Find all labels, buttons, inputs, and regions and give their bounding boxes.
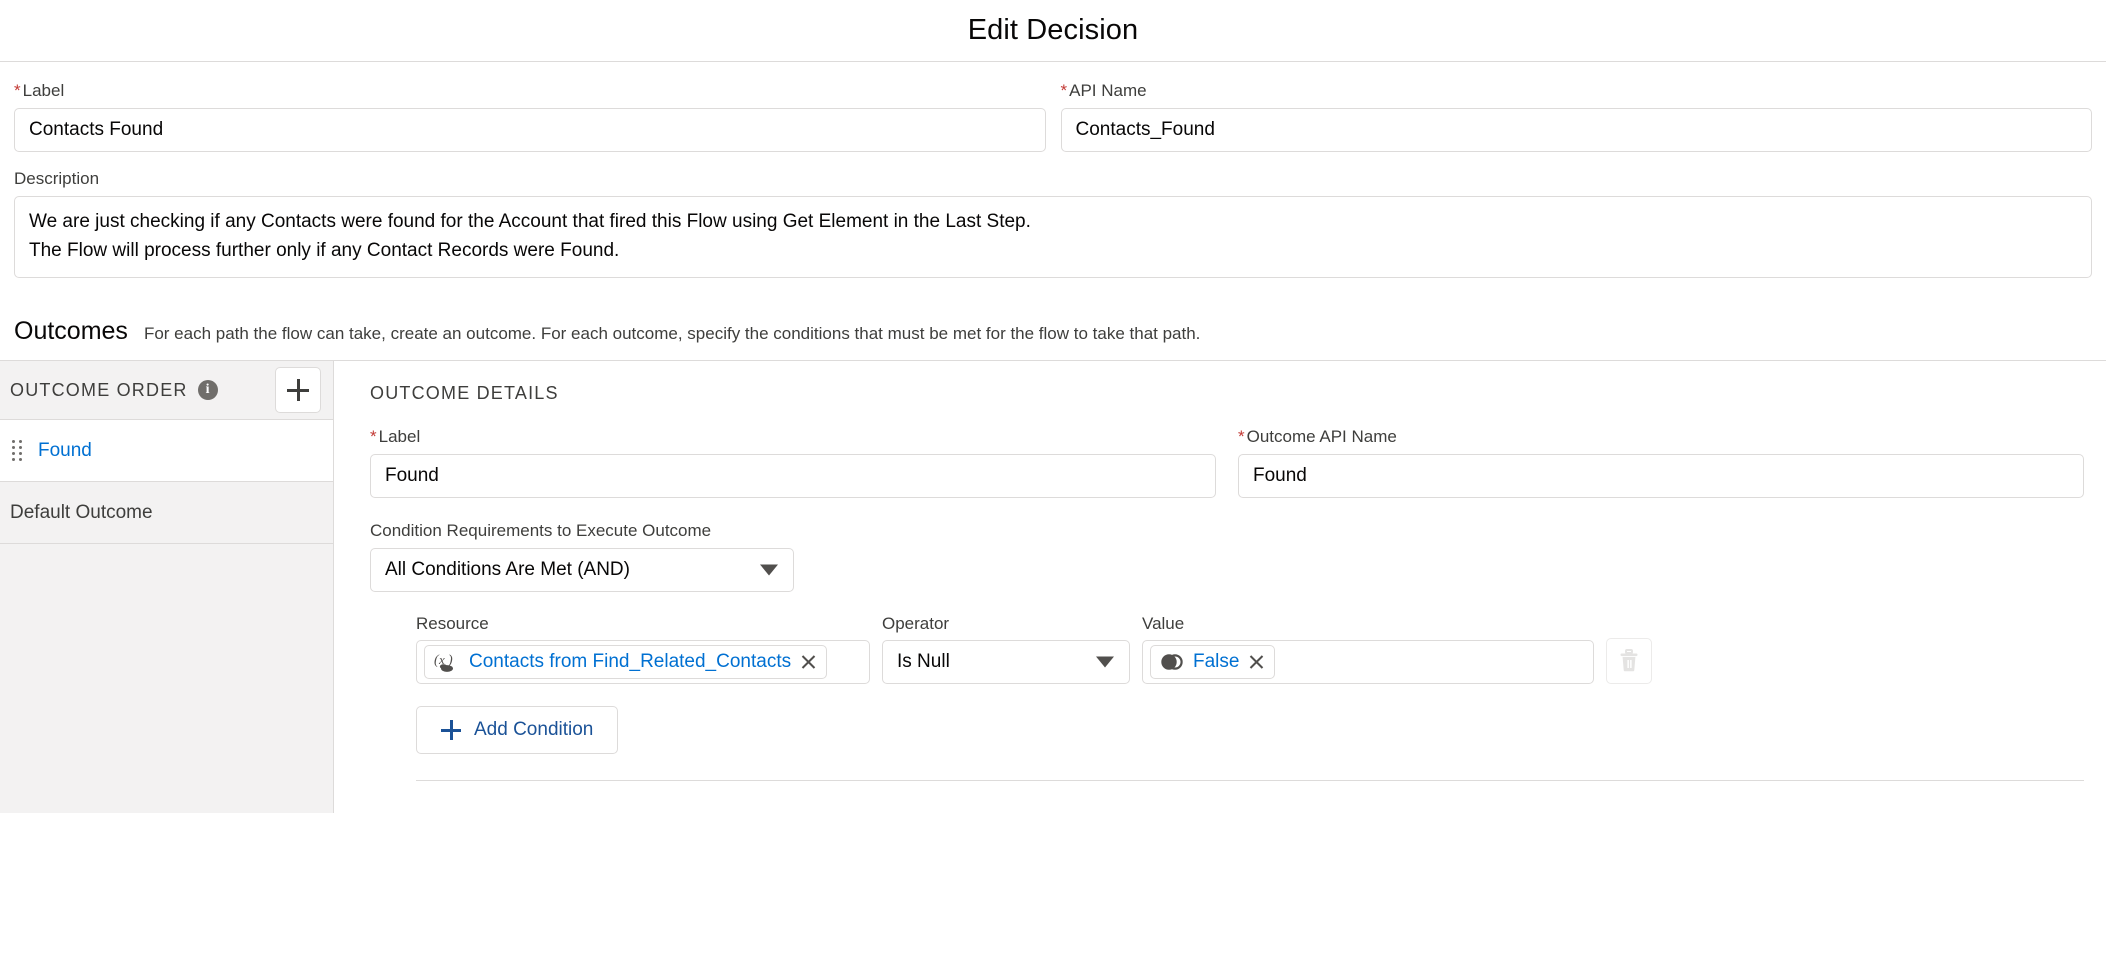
condition-row: Resource ( x ) Contacts from Find_Relate…: [416, 614, 2084, 684]
description-field-group: Description We are just checking if any …: [0, 152, 2106, 283]
outcome-order-sidebar: OUTCOME ORDER i Found Default Outcome: [0, 361, 334, 813]
trash-icon: [1620, 649, 1638, 672]
variable-collection-icon: ( x ): [434, 652, 453, 672]
add-condition-button[interactable]: Add Condition: [416, 706, 619, 754]
resource-pill-text: Contacts from Find_Related_Contacts: [469, 651, 792, 672]
condition-operator-label: Operator: [882, 614, 950, 633]
description-textarea[interactable]: We are just checking if any Contacts wer…: [14, 196, 2092, 278]
outcome-api-name-input[interactable]: [1238, 454, 2084, 498]
outcomes-title: Outcomes: [14, 317, 128, 345]
modal-header: Edit Decision: [0, 0, 2106, 62]
plus-icon: [287, 379, 309, 401]
outcome-list: Found Default Outcome: [0, 419, 333, 544]
outcome-order-title: OUTCOME ORDER: [10, 379, 188, 400]
label-field-label-text: Label: [22, 81, 65, 100]
page-title: Edit Decision: [967, 14, 1139, 46]
outcomes-body: OUTCOME ORDER i Found Default Outcome OU…: [0, 361, 2106, 813]
outcome-list-item-label: Default Outcome: [10, 501, 153, 523]
required-asterisk: *: [14, 81, 21, 100]
condition-operator-select[interactable]: Is Null: [882, 640, 1130, 684]
outcome-label-input[interactable]: [370, 454, 1216, 498]
value-pill[interactable]: False: [1150, 645, 1276, 679]
api-name-field-label-text: API Name: [1069, 81, 1147, 100]
condition-value-combobox[interactable]: False: [1142, 640, 1594, 684]
outcome-details-pane: OUTCOME DETAILS *Label *Outcome API Name…: [334, 361, 2106, 813]
outcome-details-heading: OUTCOME DETAILS: [370, 383, 559, 403]
outcome-list-item-default[interactable]: Default Outcome: [0, 482, 333, 544]
label-input[interactable]: [14, 108, 1046, 152]
condition-operator-group: Operator Is Null: [882, 614, 1130, 684]
delete-condition-button[interactable]: [1606, 638, 1652, 684]
info-icon[interactable]: i: [197, 380, 218, 400]
condition-requirements-label: Condition Requirements to Execute Outcom…: [370, 521, 712, 540]
conditions-area: Resource ( x ) Contacts from Find_Relate…: [370, 614, 2084, 781]
outcomes-help-text: For each path the flow can take, create …: [143, 324, 1201, 343]
outcome-api-name-field-label: * Outcome API Name: [1238, 426, 2084, 448]
edit-decision-modal: Edit Decision *Label *API Name Descripti…: [0, 0, 2106, 960]
condition-requirements-group: Condition Requirements to Execute Outcom…: [370, 520, 2084, 592]
api-name-field-label: * API Name: [1061, 80, 2093, 102]
outcome-label-field-group: * Label: [370, 426, 1216, 498]
outcome-label-field-label-text: Label: [378, 427, 421, 446]
condition-requirements-select[interactable]: All Conditions Are Met (AND): [370, 548, 794, 592]
resource-pill[interactable]: ( x ) Contacts from Find_Related_Contact…: [424, 645, 828, 679]
decision-top-form: *Label *API Name Description We are just…: [0, 62, 2106, 291]
outcome-list-item-label: Found: [38, 439, 92, 461]
condition-resource-label: Resource: [416, 614, 489, 633]
value-pill-text: False: [1193, 651, 1240, 672]
description-field-label: Description: [14, 169, 100, 188]
condition-resource-combobox[interactable]: ( x ) Contacts from Find_Related_Contact…: [416, 640, 870, 684]
condition-value-label: Value: [1142, 614, 1185, 633]
required-asterisk: *: [1238, 427, 1245, 446]
condition-resource-group: Resource ( x ) Contacts from Find_Relate…: [416, 614, 870, 684]
condition-delete-group: [1606, 638, 1652, 684]
condition-value-group: Value False: [1142, 614, 1594, 684]
remove-resource-icon[interactable]: [800, 654, 817, 671]
required-asterisk: *: [370, 427, 377, 446]
api-name-field-group: * API Name: [1060, 80, 2093, 152]
plus-icon: [441, 720, 461, 740]
label-field-group: * Label: [14, 80, 1046, 152]
outcome-api-name-field-label-text: Outcome API Name: [1246, 427, 1397, 446]
required-asterisk: *: [1060, 81, 1068, 100]
outcome-label-field-label: * Label: [370, 426, 1216, 448]
outcomes-section-header: Outcomes For each path the flow can take…: [0, 291, 2106, 361]
outcome-order-header: OUTCOME ORDER i: [0, 361, 333, 419]
api-name-input[interactable]: [1060, 108, 2092, 152]
boolean-icon: [1161, 654, 1183, 670]
section-divider: [416, 780, 2084, 781]
drag-handle-icon[interactable]: [12, 439, 24, 462]
add-condition-label: Add Condition: [474, 719, 594, 740]
label-field-label: * Label: [14, 80, 1046, 102]
remove-value-icon[interactable]: [1248, 654, 1265, 671]
outcome-api-name-field-group: * Outcome API Name: [1238, 426, 2084, 498]
add-outcome-button[interactable]: [275, 367, 321, 413]
outcome-list-item-found[interactable]: Found: [0, 420, 333, 482]
